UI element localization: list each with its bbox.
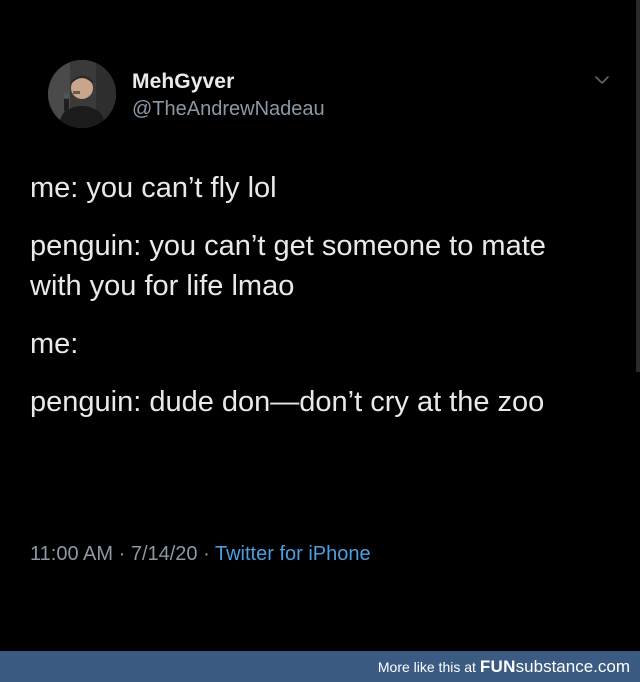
profile-avatar-image xyxy=(48,60,116,128)
tweet-line: penguin: you can’t get someone to mate w… xyxy=(30,230,546,302)
screenshot-page: MehGyver @TheAndrewNadeau me: you can’t … xyxy=(0,0,640,682)
display-name[interactable]: MehGyver xyxy=(132,70,234,94)
avatar[interactable] xyxy=(48,60,116,128)
tweet-line: me: xyxy=(30,328,79,360)
meta-separator: · xyxy=(203,543,210,565)
scrollbar[interactable] xyxy=(636,0,640,372)
brand-fun: FUN xyxy=(479,657,516,676)
watermark-footer: More like this at FUNsubstance.com xyxy=(0,651,640,682)
user-handle[interactable]: @TheAndrewNadeau xyxy=(132,98,325,121)
footer-prefix: More like this at xyxy=(377,659,480,675)
tweet-date[interactable]: 7/14/20 xyxy=(131,543,198,565)
tweet-header: MehGyver @TheAndrewNadeau xyxy=(48,60,618,130)
tweet-line: penguin: dude don—don’t cry at the zoo xyxy=(30,386,545,418)
brand-substance: substance xyxy=(515,657,594,676)
tweet-line: me: you can’t fly lol xyxy=(30,172,277,204)
meta-separator: · xyxy=(118,543,126,565)
brand-tld: .com xyxy=(593,657,630,676)
tweet-text: me: you can’t fly lol penguin: you can’t… xyxy=(30,168,620,422)
chevron-down-icon[interactable] xyxy=(592,70,612,90)
footer-link[interactable]: More like this at FUNsubstance.com xyxy=(378,657,630,677)
tweet-time[interactable]: 11:00 AM xyxy=(30,543,113,565)
tweet-source-link[interactable]: Twitter for iPhone xyxy=(215,543,371,565)
tweet-metadata: 11:00 AM · 7/14/20 · Twitter for iPhone xyxy=(30,543,371,566)
